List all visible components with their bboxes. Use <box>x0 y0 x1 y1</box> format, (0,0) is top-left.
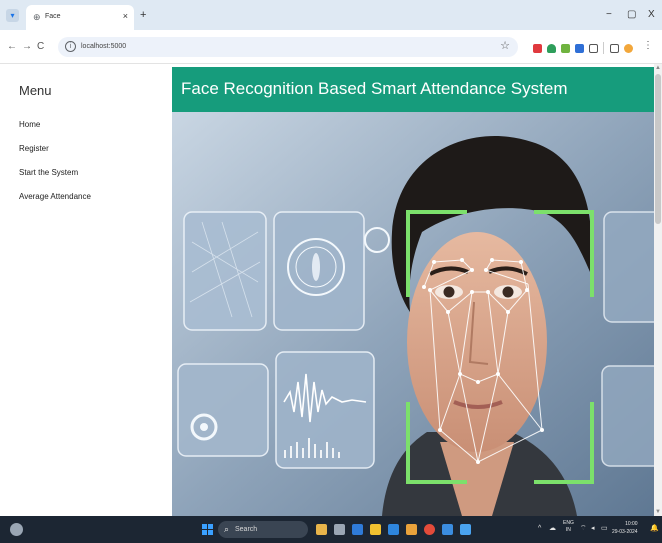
browser-tab-bar: ▾ ⊕ Face × + − ▢ X <box>0 0 662 30</box>
scroll-up-icon[interactable]: ▲ <box>655 65 661 71</box>
site-info-icon[interactable]: i <box>65 41 76 52</box>
main-content: Face Recognition Based Smart Attendance … <box>172 64 654 516</box>
forward-icon[interactable]: → <box>22 41 32 53</box>
sidepanel-icon[interactable] <box>610 44 619 53</box>
volume-icon[interactable]: ◂ <box>591 524 595 534</box>
menu-heading: Menu <box>19 83 52 98</box>
language-indicator[interactable]: ENG IN <box>563 520 574 534</box>
minimize-button[interactable]: − <box>606 9 612 21</box>
vscode-icon[interactable] <box>388 524 399 535</box>
browser-toolbar: ← → C i localhost:5000 ☆ ⋮ <box>0 30 662 64</box>
clock-date: 29-03-2024 <box>612 529 638 535</box>
file-explorer-icon[interactable] <box>370 524 381 535</box>
edge-icon[interactable] <box>352 524 363 535</box>
battery-icon[interactable]: ▭ <box>601 524 608 534</box>
taskbar-search-box[interactable]: ⌕ Search <box>218 521 308 538</box>
region-label: IN <box>565 527 571 533</box>
clock-time: 10:00 <box>625 521 638 527</box>
chevron-up-icon[interactable]: ^ <box>538 524 541 534</box>
sidebar-item-average-attendance[interactable]: Average Attendance <box>19 191 91 202</box>
language-label: ENG <box>563 520 574 526</box>
hero-illustration <box>172 112 654 516</box>
face-recognition-hero-image <box>172 112 654 516</box>
store-icon[interactable] <box>460 524 471 535</box>
tab-search-button[interactable]: ▾ <box>6 9 19 22</box>
system-clock[interactable]: 10:00 29-03-2024 <box>612 520 638 536</box>
app-icon[interactable] <box>406 524 417 535</box>
copilot-icon[interactable] <box>316 524 327 535</box>
maximize-button[interactable]: ▢ <box>627 9 636 21</box>
extension-icon[interactable] <box>561 44 570 53</box>
more-menu-icon[interactable]: ⋮ <box>643 40 653 52</box>
python-icon[interactable] <box>442 524 453 535</box>
url-text: localhost:5000 <box>81 43 127 50</box>
close-window-button[interactable]: X <box>648 9 655 21</box>
scroll-down-icon[interactable]: ▼ <box>655 509 661 515</box>
extension-icon[interactable] <box>575 44 584 53</box>
sidebar: Menu Home Register Start the System Aver… <box>0 64 172 516</box>
search-icon: ⌕ <box>224 524 230 534</box>
reload-icon[interactable]: C <box>37 41 44 53</box>
scroll-thumb[interactable] <box>655 74 661 224</box>
cloud-icon[interactable]: ☁ <box>549 524 556 534</box>
search-label: Search <box>235 526 258 533</box>
sidebar-item-home[interactable]: Home <box>19 119 40 130</box>
weather-icon[interactable] <box>10 523 23 536</box>
address-bar[interactable]: i localhost:5000 ☆ <box>58 37 518 57</box>
tab-title: Face <box>45 13 61 20</box>
wifi-icon[interactable]: ⌔ <box>580 524 587 534</box>
notification-bell-icon[interactable]: 🔔 <box>650 524 659 534</box>
bookmark-star-icon[interactable]: ☆ <box>500 40 510 53</box>
task-view-icon[interactable] <box>334 524 345 535</box>
taskbar: ⌕ Search ^ ☁ ENG IN ⌔ ◂ ▭ 10:00 29-03-20… <box>0 516 662 543</box>
close-tab-icon[interactable]: × <box>123 11 128 21</box>
globe-icon: ⊕ <box>33 12 41 22</box>
sidebar-item-register[interactable]: Register <box>19 143 49 154</box>
extension-icon[interactable] <box>547 44 556 53</box>
toolbar-divider <box>603 42 604 54</box>
extension-icon[interactable] <box>533 44 542 53</box>
sidebar-item-start-system[interactable]: Start the System <box>19 167 78 178</box>
page-header: Face Recognition Based Smart Attendance … <box>172 67 654 112</box>
new-tab-button[interactable]: + <box>140 9 146 21</box>
extensions-puzzle-icon[interactable] <box>589 44 598 53</box>
profile-avatar[interactable] <box>624 44 633 53</box>
windows-start-icon[interactable] <box>202 524 213 535</box>
chrome-icon[interactable] <box>424 524 435 535</box>
page-scrollbar[interactable]: ▲ ▼ <box>654 64 662 516</box>
page-title: Face Recognition Based Smart Attendance … <box>181 79 568 98</box>
browser-tab[interactable]: ⊕ Face × <box>26 5 134 30</box>
back-icon[interactable]: ← <box>7 41 17 53</box>
